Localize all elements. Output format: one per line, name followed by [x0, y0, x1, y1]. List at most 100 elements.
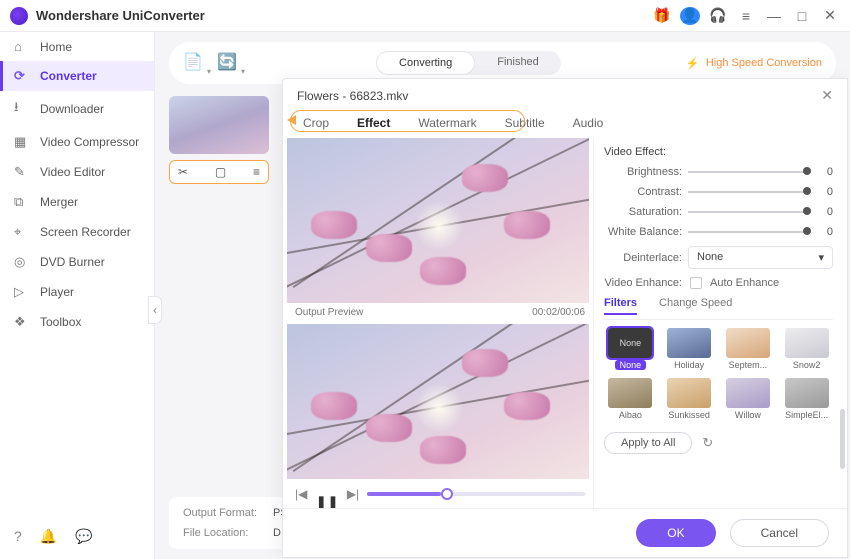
- dvd-icon: ◎: [14, 254, 30, 270]
- sidebar-item-compressor[interactable]: ▦Video Compressor: [0, 127, 154, 157]
- sidebar-item-toolbox[interactable]: ❖ Toolbox: [0, 307, 154, 337]
- sidebar-item-converter[interactable]: ⟳Converter: [0, 61, 154, 91]
- contrast-slider[interactable]: [688, 191, 811, 193]
- trim-icon[interactable]: ✂: [178, 165, 188, 179]
- tab-crop[interactable]: Crop: [303, 116, 329, 130]
- notifications-icon[interactable]: 🔔: [40, 528, 57, 545]
- apply-to-all-button[interactable]: Apply to All: [604, 432, 692, 454]
- title-bar: Wondershare UniConverter 🎁 👤 🎧 ≡ — □ ✕: [0, 0, 850, 32]
- sidebar-collapse-button[interactable]: ‹: [148, 296, 162, 324]
- brightness-label: Brightness:: [604, 166, 682, 178]
- tab-audio[interactable]: Audio: [573, 116, 604, 130]
- time-display: 00:02/00:06: [532, 307, 585, 318]
- filter-september[interactable]: Septem...: [722, 328, 775, 370]
- sidebar-item-merger[interactable]: ⧉ Merger: [0, 187, 154, 217]
- auto-enhance-label: Auto Enhance: [710, 277, 779, 289]
- filter-thumb-icon: [726, 328, 770, 358]
- editor-close-button[interactable]: ✕: [821, 87, 833, 104]
- prev-frame-button[interactable]: |◀: [295, 487, 307, 501]
- sidebar-item-label: Home: [40, 40, 72, 54]
- sidebar-item-dvd[interactable]: ◎ DVD Burner: [0, 247, 154, 277]
- subtab-filters[interactable]: Filters: [604, 297, 637, 315]
- sidebar-item-label: Merger: [40, 195, 78, 209]
- converter-icon: ⟳: [14, 68, 30, 84]
- sidebar-item-recorder[interactable]: ⌖Screen Recorder: [0, 217, 154, 247]
- ok-button[interactable]: OK: [636, 519, 715, 547]
- sidebar-item-label: Player: [40, 285, 74, 299]
- sidebar-item-downloader[interactable]: ⭳Downloader: [0, 91, 154, 127]
- effect-controls: Video Effect: Brightness:0 Contrast:0 Sa…: [593, 138, 847, 508]
- filter-label: SimpleEl...: [785, 410, 828, 420]
- recorder-icon: ⌖: [14, 224, 30, 240]
- effect-subtabs: Filters Change Speed: [604, 297, 833, 320]
- video-effect-label: Video Effect:: [604, 146, 833, 158]
- window-minimize-button[interactable]: —: [764, 8, 784, 24]
- chevron-down-icon: ▾: [818, 251, 824, 264]
- editor-header: Flowers - 66823.mkv ✕: [283, 79, 847, 112]
- sidebar-item-player[interactable]: ▷ Player: [0, 277, 154, 307]
- merger-icon: ⧉: [14, 194, 30, 210]
- tab-subtitle[interactable]: Subtitle: [505, 116, 545, 130]
- filter-willow[interactable]: Willow: [722, 378, 775, 420]
- filter-thumb-icon: [726, 378, 770, 408]
- filter-none[interactable]: None None: [604, 328, 657, 370]
- menu-icon[interactable]: ≡: [736, 8, 756, 24]
- filter-thumb-icon: [608, 378, 652, 408]
- dialog-footer: OK Cancel: [283, 508, 847, 557]
- support-icon[interactable]: 🎧: [708, 7, 728, 24]
- sidebar-item-label: DVD Burner: [40, 255, 105, 269]
- user-account-icon[interactable]: 👤: [680, 7, 700, 25]
- video-thumbnail-card: ✂ ▢ ≡: [169, 96, 269, 184]
- add-file-button[interactable]: 📄: [183, 52, 205, 74]
- sidebar-item-editor[interactable]: ✎Video Editor: [0, 157, 154, 187]
- filter-label: None: [615, 360, 647, 370]
- tab-effect[interactable]: Effect: [357, 116, 390, 130]
- effects-icon[interactable]: ≡: [253, 165, 260, 179]
- filter-thumb-icon: [785, 328, 829, 358]
- saturation-label: Saturation:: [604, 206, 682, 218]
- deinterlace-label: Deinterlace:: [604, 252, 682, 264]
- crop-icon[interactable]: ▢: [215, 165, 226, 179]
- deinterlace-select[interactable]: None▾: [688, 246, 833, 269]
- window-close-button[interactable]: ✕: [820, 7, 840, 24]
- bolt-icon: ⚡: [686, 57, 700, 70]
- highlight-arrow-icon: [287, 115, 296, 125]
- sidebar-item-home[interactable]: ⌂Home: [0, 32, 154, 61]
- filter-holiday[interactable]: Holiday: [663, 328, 716, 370]
- add-folder-button[interactable]: 🔄: [217, 52, 239, 74]
- filter-thumb-icon: None: [608, 328, 652, 358]
- tab-converting[interactable]: Converting: [376, 51, 475, 75]
- playback-controls: |◀ ❚❚ ▶|: [287, 479, 593, 508]
- editor-tabs: Crop Effect Watermark Subtitle Audio: [283, 112, 847, 138]
- compress-icon: ▦: [14, 134, 30, 150]
- filters-scrollbar[interactable]: [840, 409, 845, 469]
- toolbox-icon: ❖: [14, 314, 30, 330]
- player-icon: ▷: [14, 284, 30, 300]
- window-maximize-button[interactable]: □: [792, 8, 812, 24]
- filter-label: Holiday: [674, 360, 704, 370]
- next-frame-button[interactable]: ▶|: [347, 487, 359, 501]
- video-thumbnail[interactable]: [169, 96, 269, 154]
- contrast-value: 0: [817, 186, 833, 198]
- tab-watermark[interactable]: Watermark: [418, 116, 476, 130]
- app-title: Wondershare UniConverter: [36, 8, 205, 23]
- brightness-slider[interactable]: [688, 171, 811, 173]
- high-speed-toggle[interactable]: ⚡ High Speed Conversion: [686, 57, 822, 70]
- filter-snow2[interactable]: Snow2: [780, 328, 833, 370]
- saturation-slider[interactable]: [688, 211, 811, 213]
- subtab-change-speed[interactable]: Change Speed: [659, 297, 732, 315]
- white-balance-value: 0: [817, 226, 833, 238]
- tab-finished[interactable]: Finished: [475, 51, 561, 75]
- help-icon[interactable]: ?: [14, 528, 22, 545]
- filter-simpleel[interactable]: SimpleEl...: [780, 378, 833, 420]
- playback-slider[interactable]: [367, 492, 585, 496]
- reset-button[interactable]: ↻: [702, 435, 713, 451]
- white-balance-slider[interactable]: [688, 231, 811, 233]
- feedback-icon[interactable]: 💬: [75, 528, 92, 545]
- filter-sunkissed[interactable]: Sunkissed: [663, 378, 716, 420]
- sidebar-item-label: Toolbox: [40, 315, 81, 329]
- filter-aibao[interactable]: Aibao: [604, 378, 657, 420]
- auto-enhance-checkbox[interactable]: [690, 277, 702, 289]
- gift-icon[interactable]: 🎁: [652, 7, 672, 24]
- cancel-button[interactable]: Cancel: [730, 519, 829, 547]
